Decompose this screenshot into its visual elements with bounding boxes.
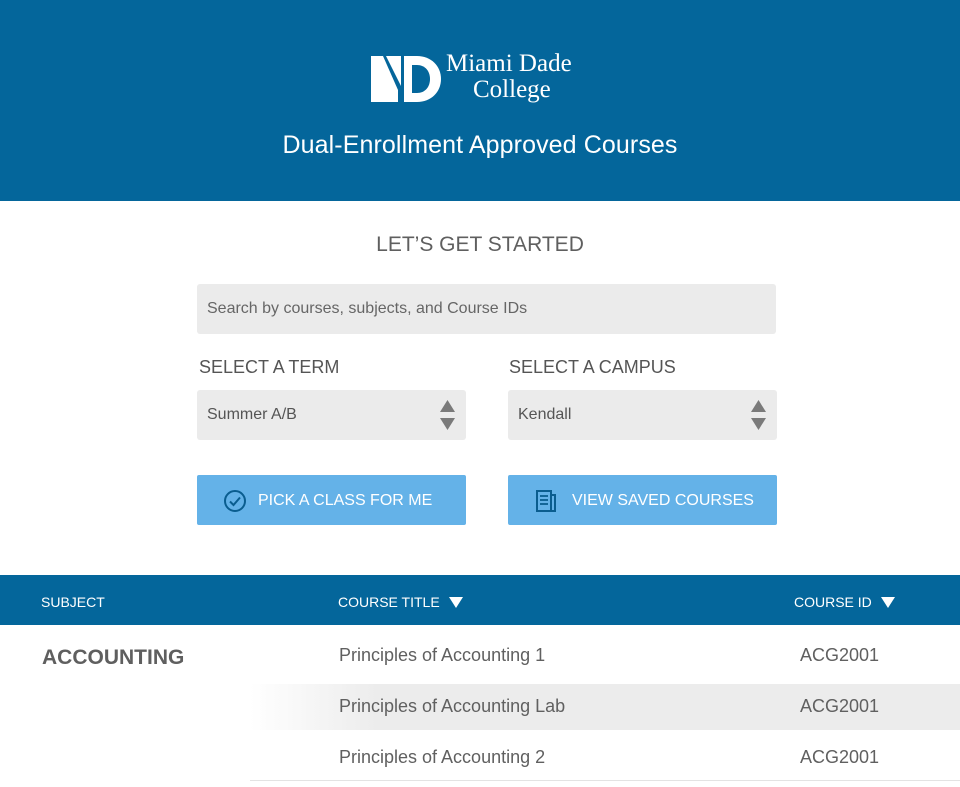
term-selected-value: Summer A/B [207, 406, 297, 423]
sort-down-icon [448, 597, 463, 608]
course-title: Principles of Accounting 1 [339, 645, 546, 665]
college-logo[interactable]: Miami Dade College [371, 51, 591, 106]
course-id: ACG2001 [800, 747, 880, 767]
campus-select[interactable]: Kendall [508, 390, 777, 440]
column-header-course-title[interactable]: COURSE TITLE [338, 594, 463, 610]
search-input[interactable] [197, 284, 776, 334]
pick-class-label: PICK A CLASS FOR ME [258, 492, 433, 509]
page-title: Dual-Enrollment Approved Courses [282, 131, 678, 159]
pick-class-button[interactable]: PICK A CLASS FOR ME [197, 475, 466, 525]
subject-header-label: SUBJECT [41, 594, 105, 610]
logo-line-1: Miami Dade [446, 50, 572, 77]
subject-group-name: ACCOUNTING [42, 646, 185, 669]
table-header: SUBJECT COURSE TITLE COURSE ID [0, 575, 960, 625]
term-select[interactable]: Summer A/B [197, 390, 466, 440]
view-saved-courses-button[interactable]: VIEW SAVED COURSES [508, 475, 777, 525]
document-list-icon [536, 490, 556, 512]
logo-line-2: College [473, 76, 551, 103]
course-id: ACG2001 [800, 645, 880, 665]
course-id: ACG2001 [800, 696, 880, 716]
intro-heading: LET’S GET STARTED [376, 233, 584, 256]
column-header-subject[interactable]: SUBJECT [41, 594, 105, 610]
view-saved-label: VIEW SAVED COURSES [572, 492, 754, 509]
sort-down-icon [880, 597, 895, 608]
course-id-header-label: COURSE ID [794, 594, 872, 610]
table-row[interactable]: Principles of Accounting Lab ACG2001 [250, 684, 960, 730]
table-row[interactable]: Principles of Accounting 2 ACG2001 [250, 735, 960, 781]
column-header-course-id[interactable]: COURSE ID [794, 594, 895, 610]
stepper-arrows-icon [440, 400, 455, 430]
course-title: Principles of Accounting Lab [339, 696, 566, 716]
campus-selected-value: Kendall [518, 406, 572, 423]
header-banner: Miami Dade College Dual-Enrollment Appro… [0, 0, 960, 201]
stepper-arrows-icon [751, 400, 766, 430]
check-circle-icon [224, 490, 246, 512]
logo-wordmark: Miami Dade College [446, 51, 572, 103]
campus-label: SELECT A CAMPUS [509, 357, 676, 377]
term-label: SELECT A TERM [199, 357, 340, 377]
table-row[interactable]: Principles of Accounting 1 ACG2001 [250, 633, 960, 679]
course-title-header-label: COURSE TITLE [338, 594, 440, 610]
course-title: Principles of Accounting 2 [339, 747, 546, 767]
md-logo-icon [371, 56, 441, 102]
